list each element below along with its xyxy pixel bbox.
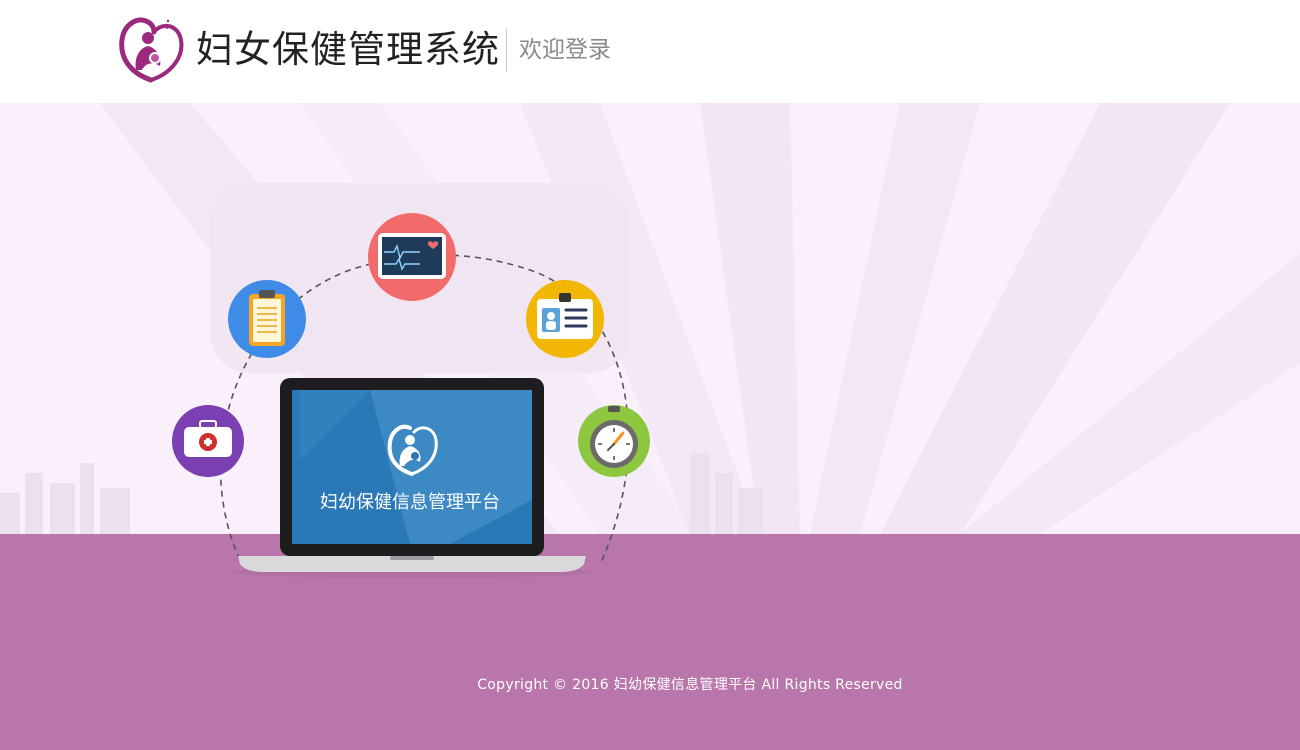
clipboard-icon bbox=[228, 280, 306, 358]
platform-illustration bbox=[172, 213, 650, 578]
system-title: 妇女保健管理系统 bbox=[196, 28, 500, 71]
copyright-text: Copyright © 2016 妇幼保健信息管理平台 All Rights R… bbox=[477, 677, 903, 693]
mother-baby-heart-logo-icon bbox=[119, 17, 184, 83]
id-card-icon bbox=[526, 280, 604, 358]
header-divider bbox=[506, 29, 507, 72]
header-bar: 妇女保健管理系统 欢迎登录 bbox=[0, 0, 1300, 103]
stopwatch-icon bbox=[578, 405, 650, 477]
medical-kit-icon bbox=[172, 405, 244, 477]
laptop-screen-title: 妇幼保健信息管理平台 bbox=[320, 492, 500, 513]
welcome-login-text: 欢迎登录 bbox=[519, 37, 611, 63]
heart-monitor-icon bbox=[368, 213, 456, 301]
